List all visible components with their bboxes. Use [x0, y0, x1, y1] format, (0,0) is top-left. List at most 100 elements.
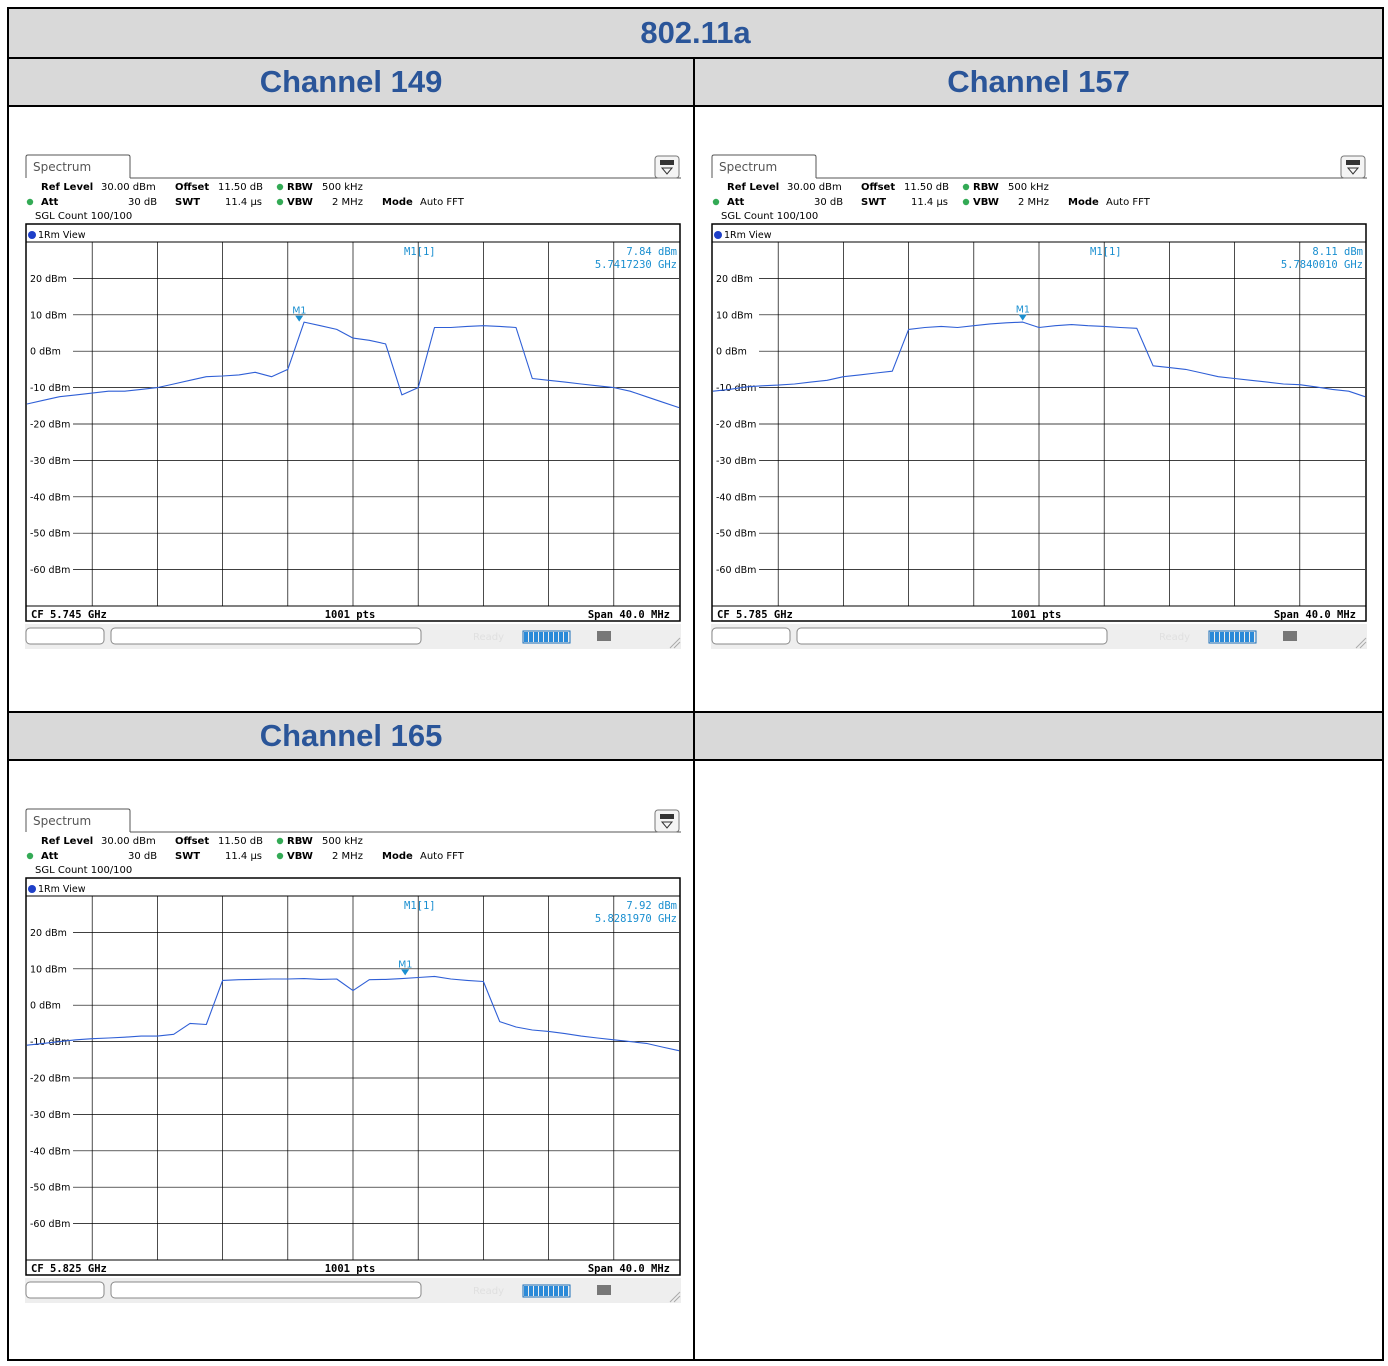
menu-icon[interactable]: [654, 155, 680, 179]
rbw-value: 500 kHz: [322, 836, 363, 847]
tab-label: Spectrum: [33, 160, 91, 174]
progress-segment: [549, 1286, 553, 1296]
status-field-message[interactable]: [110, 627, 422, 645]
channel-header-1: Channel 149: [7, 57, 695, 107]
progress-segment: [529, 632, 533, 642]
y-tick-label: 20 dBm: [30, 928, 67, 939]
att-value: 30 dB: [814, 197, 843, 208]
marker-readout-level: 7.92 dBm: [626, 900, 677, 912]
marker-readout-name: M1[1]: [404, 246, 436, 258]
status-ready-text: Ready: [473, 632, 504, 643]
mode-label: Mode: [382, 197, 413, 208]
vbw-indicator: [276, 198, 284, 206]
spectrum-panel: Spectrum Ref Level 30.00 dBm Offset 11.50 dB…: [25, 154, 681, 654]
ref-level-label: Ref Level: [41, 836, 93, 847]
vbw-indicator: [962, 198, 970, 206]
menu-icon-bar[interactable]: [660, 814, 674, 819]
vbw-label: VBW: [973, 197, 999, 208]
y-tick-label: 20 dBm: [716, 274, 753, 285]
y-tick-label: -10 dBm: [30, 383, 70, 394]
progress-segment: [524, 632, 528, 642]
y-tick-label: -40 dBm: [716, 492, 756, 503]
progress-segment: [544, 632, 548, 642]
mode-label: Mode: [382, 851, 413, 862]
offset-value: 11.50 dB: [218, 182, 263, 193]
sweep-points: 1001 pts: [325, 1263, 376, 1275]
menu-icon-bar[interactable]: [1346, 160, 1360, 165]
view-label: 1Rm View: [724, 230, 772, 241]
status-ready-text: Ready: [473, 1286, 504, 1297]
plot-cell-3: Spectrum Ref Level 30.00 dBm Offset 11.50 dB…: [7, 759, 695, 1361]
progress-segment: [1240, 632, 1244, 642]
y-tick-label: -30 dBm: [716, 456, 756, 467]
rbw-label: RBW: [973, 182, 999, 193]
lxi-icon: [597, 1285, 611, 1295]
progress-segment: [564, 632, 568, 642]
spectrum-svg: Spectrum Ref Level 30.00 dBm Offset 11.50 dB…: [711, 154, 1367, 649]
center-frequency: CF 5.785 GHz: [717, 609, 793, 621]
offset-value: 11.50 dB: [218, 836, 263, 847]
status-field-left[interactable]: [711, 627, 791, 645]
y-tick-label: -60 dBm: [30, 565, 70, 576]
progress-segment: [559, 1286, 563, 1296]
marker-readout-name: M1[1]: [1090, 246, 1122, 258]
progress-segment: [534, 632, 538, 642]
plot-cell-1: Spectrum Ref Level 30.00 dBm Offset 11.50 dB…: [7, 105, 695, 713]
att-value: 30 dB: [128, 197, 157, 208]
sgl-count: SGL Count 100/100: [35, 211, 132, 222]
menu-icon[interactable]: [654, 809, 680, 833]
progress-segment: [1215, 632, 1219, 642]
y-tick-label: 10 dBm: [30, 310, 67, 321]
menu-icon-bar[interactable]: [660, 160, 674, 165]
sweep-points: 1001 pts: [325, 609, 376, 621]
att-indicator: [26, 852, 34, 860]
att-indicator: [712, 198, 720, 206]
att-value: 30 dB: [128, 851, 157, 862]
span-value: Span 40.0 MHz: [588, 609, 670, 621]
y-tick-label: -20 dBm: [716, 420, 756, 431]
view-label: 1Rm View: [38, 884, 86, 895]
trace-indicator: [28, 231, 36, 239]
y-tick-label: -50 dBm: [30, 529, 70, 540]
progress-segment: [539, 632, 543, 642]
progress-segment: [564, 1286, 568, 1296]
progress-segment: [1250, 632, 1254, 642]
channel-header-2: Channel 157: [692, 57, 1385, 107]
status-field-left[interactable]: [25, 1281, 105, 1299]
marker-readout-freq: 5.7840010 GHz: [1281, 259, 1363, 271]
mode-label: Mode: [1068, 197, 1099, 208]
status-bar: Ready: [711, 624, 1367, 649]
plot-cell-2: Spectrum Ref Level 30.00 dBm Offset 11.50 dB…: [692, 105, 1385, 713]
status-field-message[interactable]: [796, 627, 1108, 645]
status-bar: Ready: [25, 1278, 681, 1303]
ref-level-value: 30.00 dBm: [787, 182, 842, 193]
tab-label: Spectrum: [33, 814, 91, 828]
y-tick-label: 0 dBm: [716, 347, 747, 358]
vbw-value: 2 MHz: [332, 851, 363, 862]
sgl-count: SGL Count 100/100: [721, 211, 818, 222]
y-tick-label: -50 dBm: [30, 1183, 70, 1194]
vbw-label: VBW: [287, 851, 313, 862]
marker-label: M1: [1016, 305, 1030, 316]
spectrum-svg: Spectrum Ref Level 30.00 dBm Offset 11.50 dB…: [25, 808, 681, 1303]
marker-readout-name: M1[1]: [404, 900, 436, 912]
mode-value: Auto FFT: [420, 197, 465, 208]
status-field-left[interactable]: [25, 627, 105, 645]
status-ready-text: Ready: [1159, 632, 1190, 643]
status-bar: Ready: [25, 624, 681, 649]
menu-icon[interactable]: [1340, 155, 1366, 179]
offset-label: Offset: [175, 836, 209, 847]
swt-label: SWT: [861, 197, 886, 208]
vbw-value: 2 MHz: [332, 197, 363, 208]
empty-header: [692, 711, 1385, 761]
report-title: 802.11a: [6, 7, 1385, 59]
report-table: 802.11a Channel 149 Channel 157 Spectrum…: [6, 7, 1385, 1361]
marker-readout-level: 8.11 dBm: [1312, 246, 1363, 258]
swt-value: 11.4 µs: [225, 851, 262, 862]
progress-segment: [1235, 632, 1239, 642]
trace-indicator: [714, 231, 722, 239]
progress-segment: [1210, 632, 1214, 642]
span-value: Span 40.0 MHz: [1274, 609, 1356, 621]
swt-label: SWT: [175, 851, 200, 862]
status-field-message[interactable]: [110, 1281, 422, 1299]
